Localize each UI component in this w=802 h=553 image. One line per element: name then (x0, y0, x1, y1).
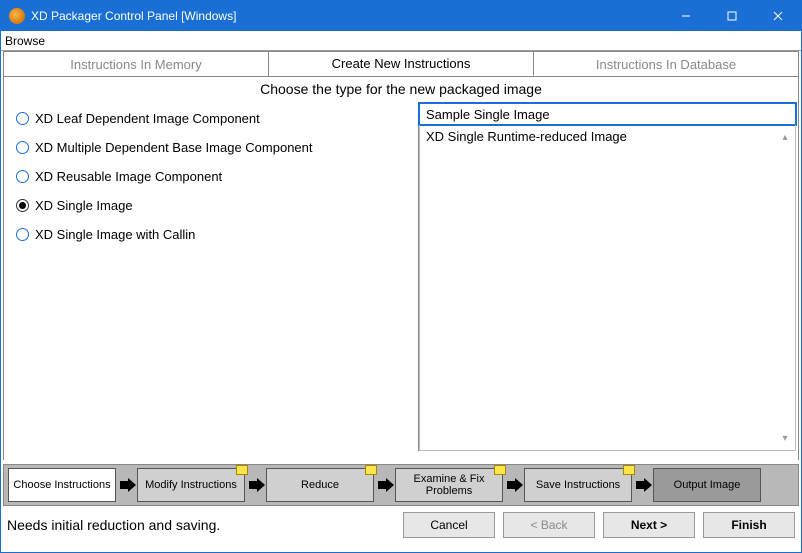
wizard-step-save[interactable]: Save Instructions (524, 468, 632, 502)
window-controls (663, 1, 801, 31)
wizard-step-examine[interactable]: Examine & Fix Problems (395, 468, 503, 502)
arrow-icon (248, 478, 266, 492)
wizard-step-reduce[interactable]: Reduce (266, 468, 374, 502)
note-icon (236, 465, 248, 475)
scroll-down-icon[interactable]: ▾ (777, 430, 793, 446)
titlebar: XD Packager Control Panel [Windows] (1, 1, 801, 31)
radio-label: XD Single Image with Callin (35, 227, 195, 242)
tab-create-new-instructions[interactable]: Create New Instructions (269, 52, 534, 76)
radio-multiple-dependent[interactable]: XD Multiple Dependent Base Image Compone… (16, 140, 408, 155)
wizard-step-label: Output Image (674, 479, 741, 491)
menu-browse[interactable]: Browse (5, 34, 45, 48)
window-title: XD Packager Control Panel [Windows] (31, 9, 663, 23)
scrollbar[interactable]: ▴ ▾ (777, 129, 793, 446)
radio-single-image[interactable]: XD Single Image (16, 198, 408, 213)
close-button[interactable] (755, 1, 801, 31)
image-name-input[interactable] (419, 103, 796, 125)
scroll-up-icon[interactable]: ▴ (777, 129, 793, 145)
runtime-list[interactable]: XD Single Runtime-reduced Image ▴ ▾ (419, 125, 796, 451)
radio-label: XD Leaf Dependent Image Component (35, 111, 260, 126)
back-button[interactable]: < Back (503, 512, 595, 538)
note-icon (494, 465, 506, 475)
tab-instructions-in-database[interactable]: Instructions In Database (534, 52, 798, 76)
note-icon (365, 465, 377, 475)
wizard-step-label: Modify Instructions (145, 479, 237, 491)
radio-icon (16, 112, 29, 125)
wizard-step-label: Save Instructions (536, 479, 620, 491)
content-row: XD Leaf Dependent Image Component XD Mul… (6, 103, 796, 451)
radio-icon (16, 228, 29, 241)
wizard-step-modify[interactable]: Modify Instructions (137, 468, 245, 502)
radio-label: XD Reusable Image Component (35, 169, 222, 184)
status-text: Needs initial reduction and saving. (7, 517, 395, 533)
choose-type-heading: Choose the type for the new packaged ima… (6, 77, 796, 103)
maximize-button[interactable] (709, 1, 755, 31)
app-icon (9, 8, 25, 24)
wizard-step-label: Reduce (301, 479, 339, 491)
radio-leaf-dependent[interactable]: XD Leaf Dependent Image Component (16, 111, 408, 126)
wizard-step-label: Choose Instructions (13, 479, 110, 491)
cancel-button[interactable]: Cancel (403, 512, 495, 538)
radio-label: XD Single Image (35, 198, 133, 213)
radio-single-image-callin[interactable]: XD Single Image with Callin (16, 227, 408, 242)
type-radio-group: XD Leaf Dependent Image Component XD Mul… (6, 103, 418, 451)
radio-icon (16, 170, 29, 183)
tabs: Instructions In Memory Create New Instru… (3, 51, 799, 77)
radio-icon (16, 141, 29, 154)
next-button[interactable]: Next > (603, 512, 695, 538)
wizard-step-output[interactable]: Output Image (653, 468, 761, 502)
name-and-list-column: XD Single Runtime-reduced Image ▴ ▾ (418, 103, 796, 451)
wizard-strip: Choose Instructions Modify Instructions … (3, 464, 799, 506)
radio-reusable[interactable]: XD Reusable Image Component (16, 169, 408, 184)
arrow-icon (119, 478, 137, 492)
wizard-step-choose[interactable]: Choose Instructions (8, 468, 116, 502)
arrow-icon (377, 478, 395, 492)
list-item[interactable]: XD Single Runtime-reduced Image (426, 129, 789, 144)
minimize-button[interactable] (663, 1, 709, 31)
wizard-step-label: Examine & Fix Problems (398, 473, 500, 497)
arrow-icon (506, 478, 524, 492)
radio-icon (16, 199, 29, 212)
main-panel: Choose the type for the new packaged ima… (3, 77, 799, 460)
note-icon (623, 465, 635, 475)
tab-instructions-in-memory[interactable]: Instructions In Memory (4, 52, 269, 76)
finish-button[interactable]: Finish (703, 512, 795, 538)
arrow-icon (635, 478, 653, 492)
menubar: Browse (1, 31, 801, 51)
bottom-bar: Needs initial reduction and saving. Canc… (1, 508, 801, 544)
radio-label: XD Multiple Dependent Base Image Compone… (35, 140, 313, 155)
